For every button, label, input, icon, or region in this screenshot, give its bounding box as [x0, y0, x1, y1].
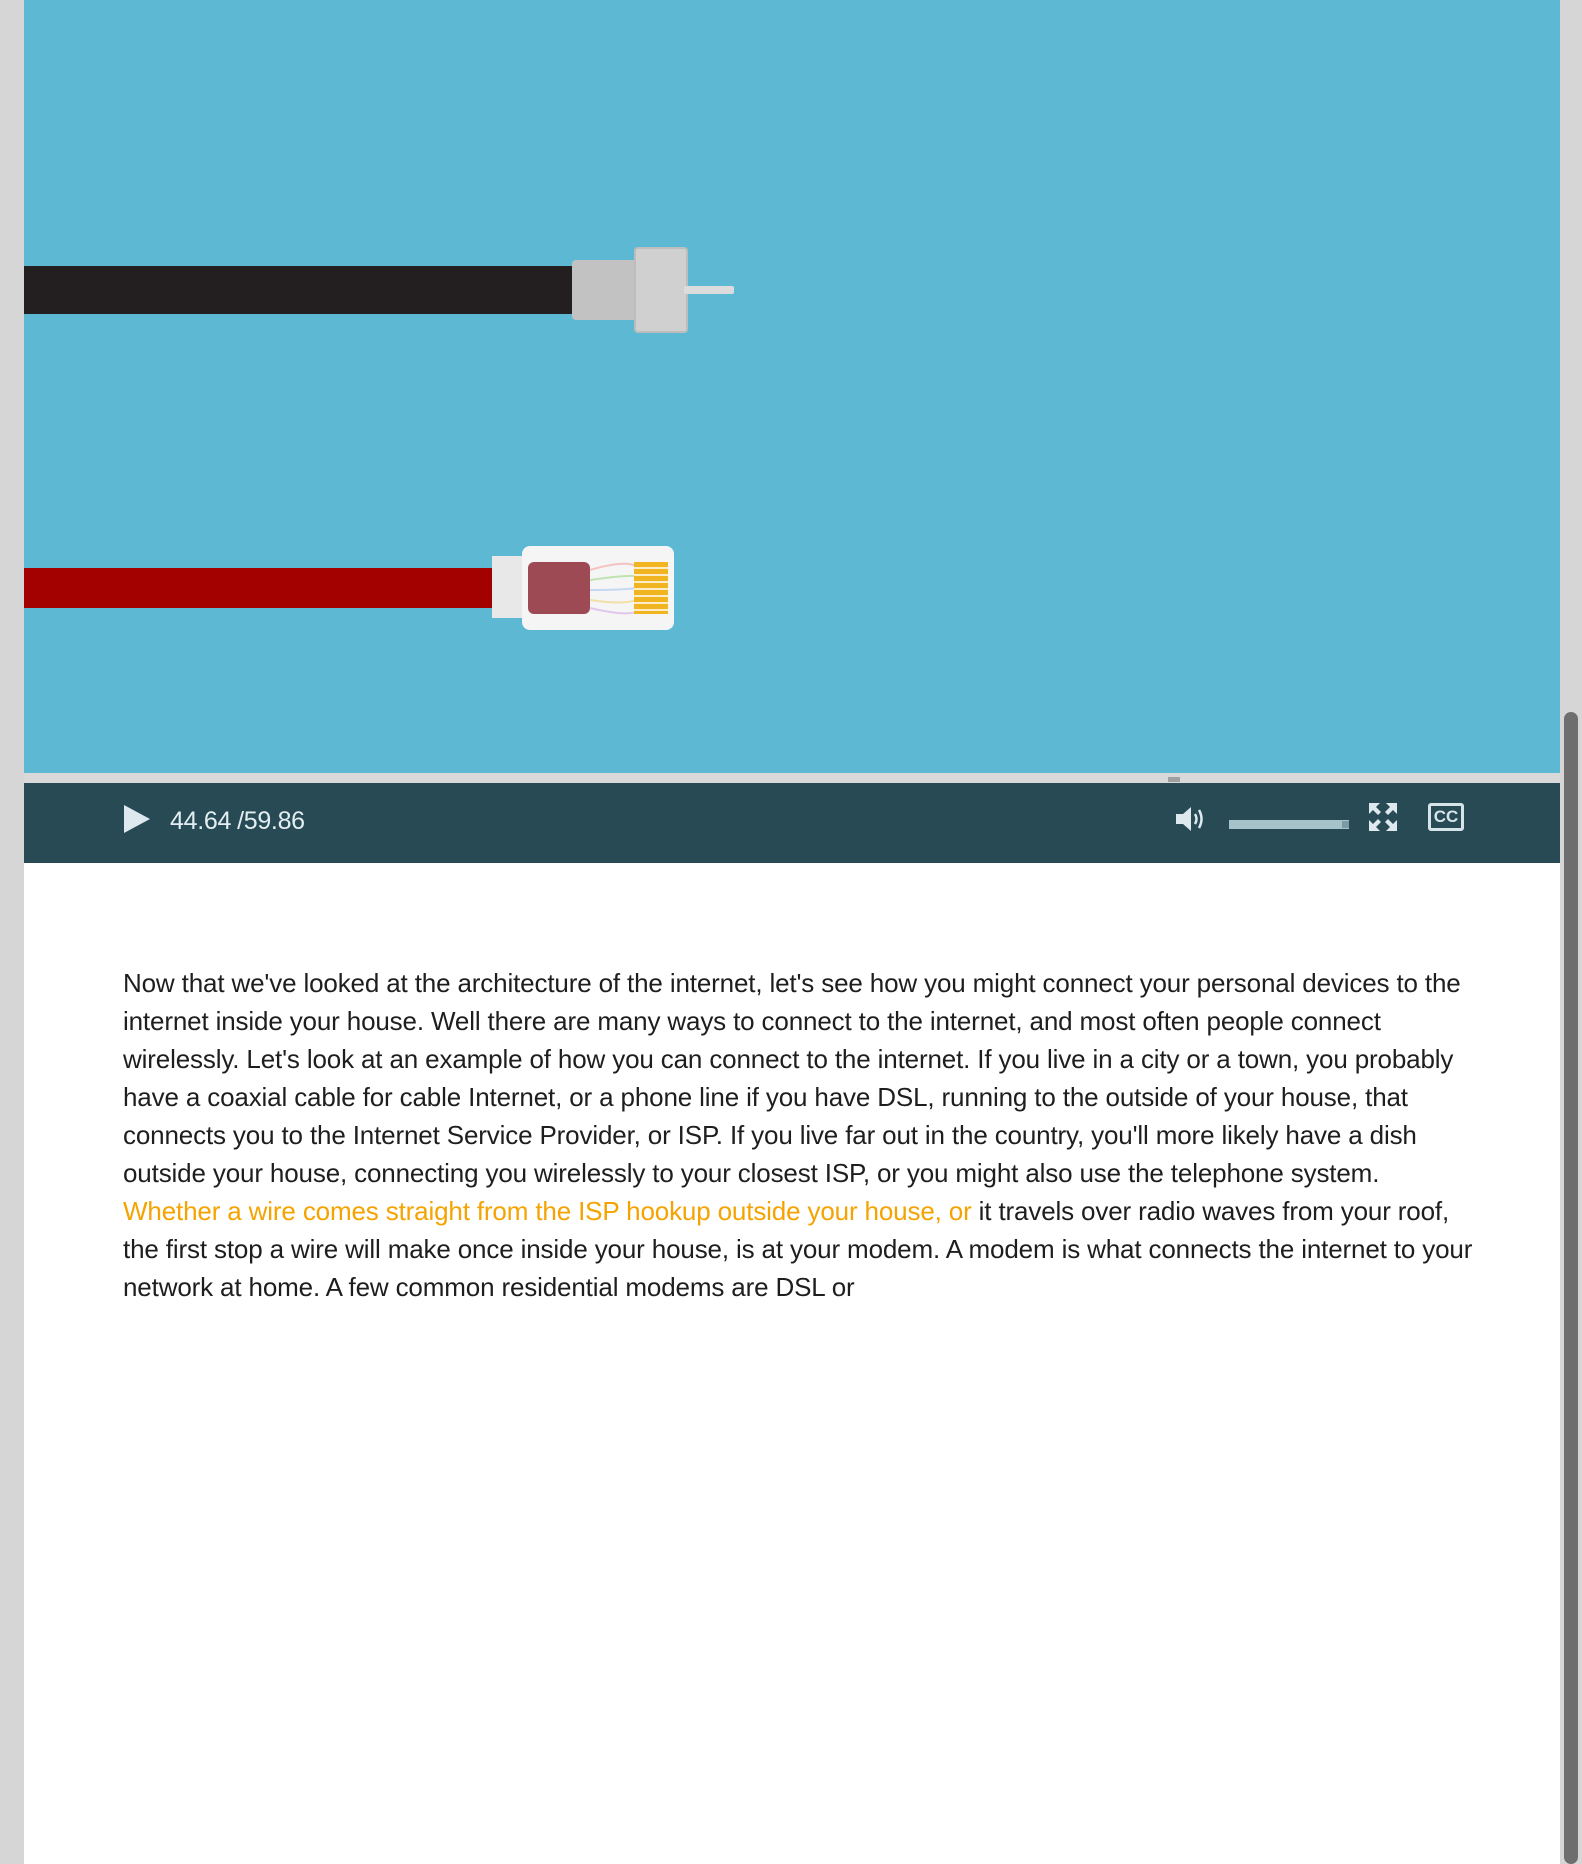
time-separator: / — [237, 807, 244, 835]
volume-icon — [1176, 807, 1203, 831]
play-icon — [124, 805, 150, 833]
vertical-scrollbar[interactable] — [1560, 0, 1582, 1864]
transcript-before-highlight: Now that we've looked at the architectur… — [123, 968, 1461, 1188]
page: 44.64/59.86 CC Now that we've looked at … — [24, 0, 1560, 1864]
coaxial-cable-image — [24, 247, 734, 333]
video-control-bar: 44.64/59.86 CC — [24, 783, 1560, 863]
duration: 59.86 — [243, 807, 305, 835]
volume-button[interactable] — [1174, 803, 1210, 835]
transcript-highlight: Whether a wire comes straight from the I… — [123, 1196, 972, 1226]
play-button[interactable] — [122, 803, 152, 835]
playback-progress-handle[interactable] — [1168, 777, 1180, 782]
current-time: 44.64 — [170, 807, 232, 835]
playback-progress-track[interactable] — [24, 773, 1560, 783]
fullscreen-icon — [1369, 803, 1397, 831]
volume-slider[interactable] — [1229, 820, 1349, 829]
transcript-text: Now that we've looked at the architectur… — [123, 964, 1483, 1306]
ethernet-cable-image — [24, 546, 674, 630]
closed-captions-button[interactable]: CC — [1428, 803, 1464, 831]
video-frame[interactable] — [24, 0, 1560, 773]
volume-slider-handle[interactable] — [1342, 821, 1349, 828]
cable-illustration — [24, 247, 734, 630]
fullscreen-button[interactable] — [1367, 801, 1399, 833]
time-display: 44.64/59.86 — [170, 807, 305, 836]
scrollbar-thumb[interactable] — [1564, 712, 1578, 1864]
